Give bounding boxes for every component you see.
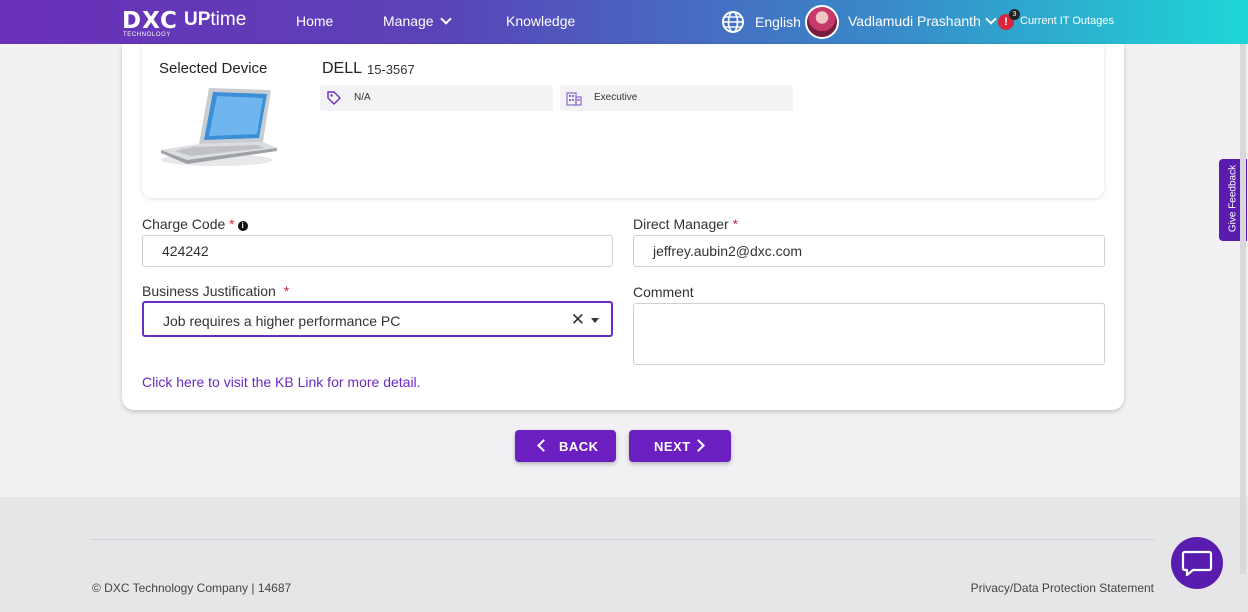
info-icon[interactable]: i (237, 221, 248, 231)
page-scrollbar[interactable] (1240, 44, 1246, 574)
business-justification-label: Business Justification * (142, 283, 289, 299)
dxc-logo[interactable]: DXC TECHNOLOGY (122, 8, 178, 40)
selected-device-label: Selected Device (159, 60, 268, 77)
business-justification-select[interactable]: Job requires a higher performance PC ✕ (142, 301, 613, 337)
direct-manager-label: Direct Manager * (633, 216, 738, 232)
nav-manage-label: Manage (383, 13, 434, 29)
building-icon (566, 92, 582, 106)
chat-icon (1181, 550, 1213, 577)
comment-label: Comment (633, 284, 694, 300)
logo-subtext: TECHNOLOGY (123, 32, 172, 38)
back-button-label: BACK (559, 439, 599, 454)
alert-count-badge: 3 (1009, 9, 1020, 20)
tag-value: N/A (354, 92, 371, 103)
logo-text: DXC (122, 8, 178, 34)
globe-icon[interactable] (721, 10, 745, 34)
chat-button[interactable] (1171, 537, 1223, 589)
nav-knowledge[interactable]: Knowledge (506, 13, 575, 29)
current-it-outages-link[interactable]: Current IT Outages (1020, 15, 1114, 27)
charge-code-input[interactable]: 424242 (142, 235, 613, 267)
device-brand: DELL (322, 60, 363, 77)
user-menu[interactable]: Vadlamudi Prashanth (848, 13, 997, 29)
direct-manager-label-text: Direct Manager (633, 216, 729, 232)
avatar[interactable] (805, 5, 839, 39)
device-model: 15-3567 (367, 62, 415, 77)
business-justification-label-text: Business Justification (142, 283, 276, 299)
kb-link[interactable]: Click here to visit the KB Link for more… (142, 374, 421, 390)
direct-manager-input[interactable]: jeffrey.aubin2@dxc.com (633, 235, 1105, 267)
copyright-text: © DXC Technology Company | 14687 (92, 581, 292, 595)
category-chip: Executive (560, 85, 793, 111)
app-name-prefix: UP (184, 9, 211, 30)
user-name: Vadlamudi Prashanth (848, 13, 981, 29)
required-marker: * (283, 283, 290, 299)
close-icon[interactable]: ✕ (571, 310, 585, 330)
chevron-left-icon (537, 439, 550, 452)
laptop-image (161, 88, 277, 166)
charge-code-label-text: Charge Code (142, 216, 226, 232)
footer-divider (92, 539, 1154, 540)
chevron-right-icon (692, 439, 705, 452)
language-selector[interactable]: English (755, 14, 801, 30)
request-form-card: Selected Device DELL 15-3567 N/A Executi… (122, 44, 1124, 410)
comment-textarea[interactable] (633, 303, 1105, 365)
back-button[interactable]: BACK (515, 430, 616, 462)
top-navigation-bar: DXC TECHNOLOGY UPtime Home Manage Knowle… (0, 0, 1248, 44)
required-marker: * (732, 216, 739, 232)
footer: © DXC Technology Company | 14687 Privacy… (0, 497, 1248, 612)
nav-manage[interactable]: Manage (383, 13, 452, 29)
tag-chip: N/A (320, 85, 553, 111)
next-button[interactable]: NEXT (629, 430, 731, 462)
charge-code-value: 424242 (162, 243, 209, 259)
next-button-label: NEXT (654, 439, 691, 454)
selected-device-panel: Selected Device DELL 15-3567 N/A Executi… (142, 44, 1104, 198)
charge-code-label: Charge Code * i (142, 216, 248, 232)
chevron-down-icon (985, 13, 997, 25)
direct-manager-value: jeffrey.aubin2@dxc.com (653, 243, 803, 259)
privacy-link[interactable]: Privacy/Data Protection Statement (971, 581, 1154, 595)
business-justification-value: Job requires a higher performance PC (163, 313, 401, 329)
nav-home[interactable]: Home (296, 13, 333, 29)
required-marker: * (229, 216, 235, 232)
tag-icon (327, 91, 341, 105)
chevron-down-icon (439, 13, 452, 25)
app-name[interactable]: UPtime (184, 9, 246, 31)
category-value: Executive (594, 92, 638, 103)
give-feedback-label: Give Feedback (1227, 164, 1239, 233)
caret-down-icon[interactable] (591, 318, 599, 323)
app-name-suffix: time (210, 9, 247, 30)
